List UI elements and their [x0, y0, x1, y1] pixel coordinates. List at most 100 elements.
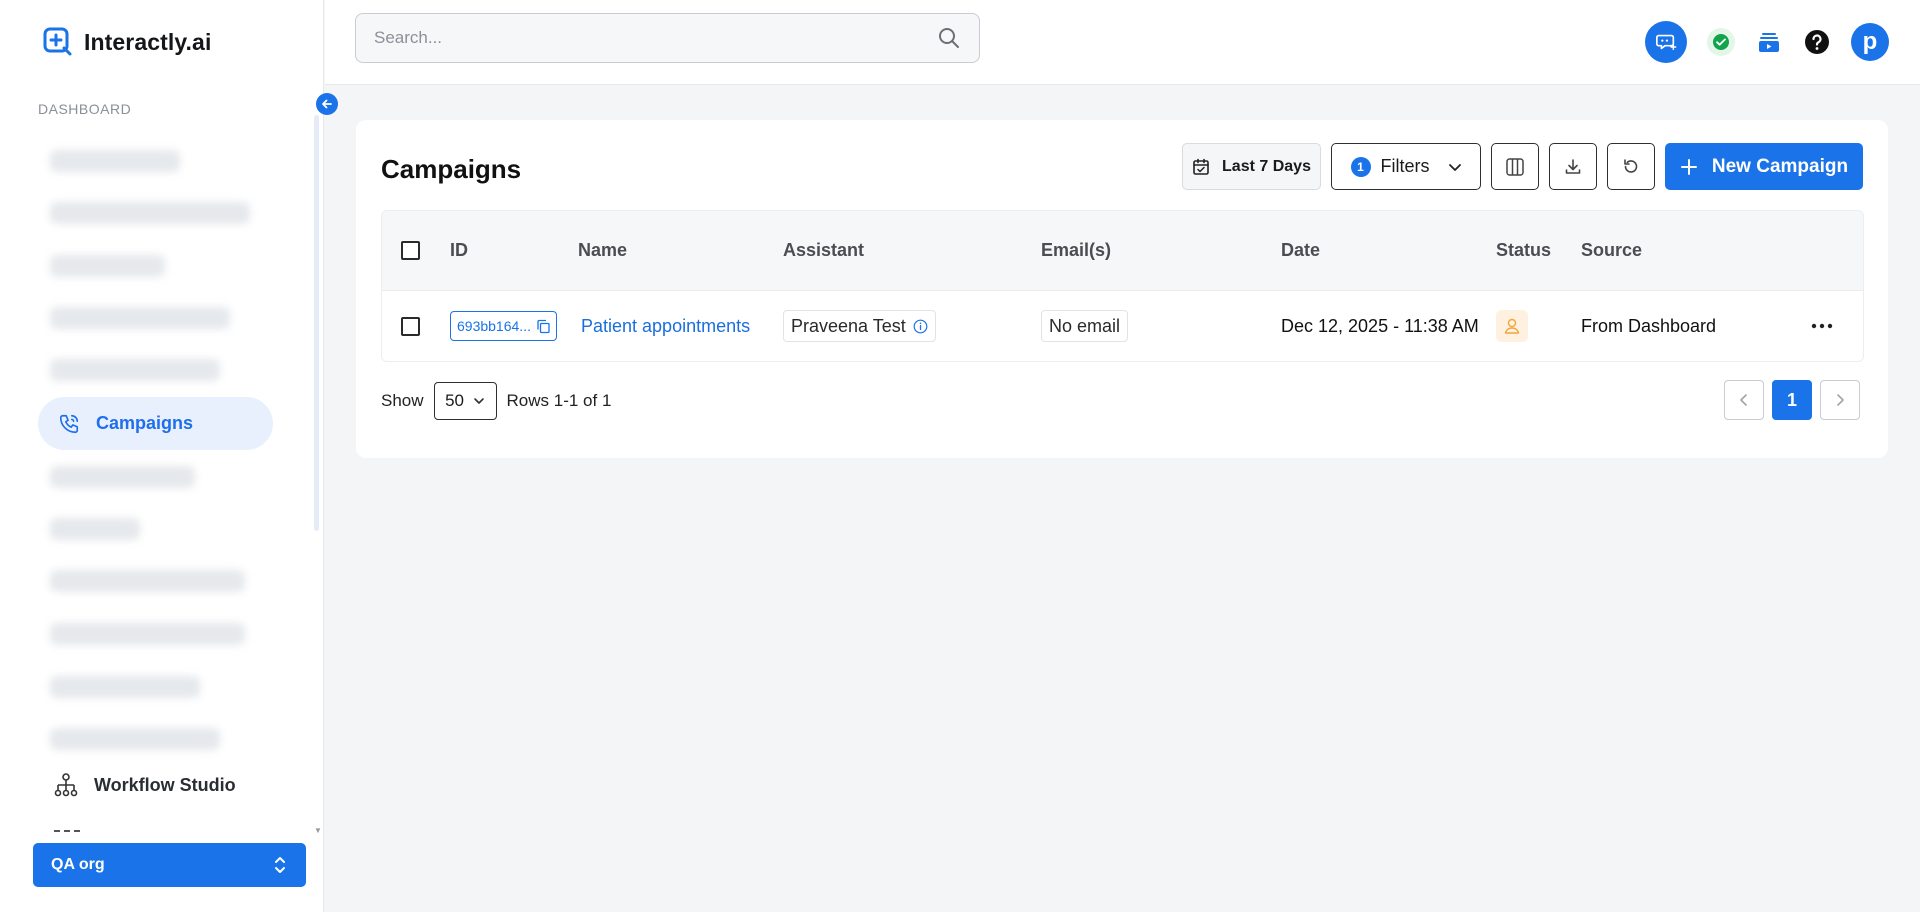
- chevron-down-icon: [1448, 163, 1461, 171]
- phone-icon: [59, 414, 79, 433]
- sidebar-item-blurred[interactable]: [50, 518, 140, 540]
- columns-button[interactable]: [1491, 143, 1539, 190]
- campaigns-table: ID Name Assistant Email(s) Date Status S…: [381, 210, 1864, 362]
- rows-count: Rows 1-1 of 1: [506, 391, 612, 410]
- column-header-source[interactable]: Source: [1581, 211, 1642, 290]
- column-header-id[interactable]: ID: [450, 211, 468, 290]
- filters-count-badge: 1: [1350, 156, 1371, 177]
- campaign-id-chip[interactable]: 693bb164...: [450, 311, 557, 341]
- media-library-button[interactable]: [1755, 28, 1783, 56]
- refresh-icon: [1624, 158, 1638, 173]
- scroll-down-arrow-icon[interactable]: ▼: [314, 826, 322, 835]
- video-library-icon: [1759, 33, 1779, 52]
- row-select-cell: [401, 291, 420, 361]
- show-label: Show: [381, 391, 424, 410]
- info-icon[interactable]: [913, 319, 928, 334]
- select-all-checkbox[interactable]: [401, 241, 420, 260]
- sidebar-item-campaigns[interactable]: Campaigns: [38, 397, 273, 450]
- row-checkbox[interactable]: [401, 316, 420, 336]
- help-icon: [1805, 30, 1829, 54]
- download-button[interactable]: [1549, 143, 1597, 190]
- sidebar-item-blurred[interactable]: [50, 359, 220, 381]
- campaign-name-link[interactable]: Patient appointments: [581, 316, 750, 337]
- more-actions-icon[interactable]: [1811, 323, 1833, 329]
- filters-button[interactable]: 1 Filters: [1331, 143, 1481, 190]
- ai-assistant-button[interactable]: [1645, 21, 1687, 63]
- campaigns-card: Campaigns Last 7 Days 1 Filters New Camp…: [356, 120, 1888, 458]
- column-header-date[interactable]: Date: [1281, 211, 1320, 290]
- sidebar-item-blurred[interactable]: [50, 728, 220, 750]
- sidebar-item-blurred[interactable]: [50, 150, 180, 172]
- sidebar-item-workflow-studio[interactable]: Workflow Studio: [54, 772, 236, 798]
- row-actions-cell: [1811, 291, 1833, 361]
- chevron-right-icon: [1837, 394, 1844, 406]
- sidebar-item-blurred[interactable]: [50, 623, 245, 645]
- org-selector-label: QA org: [51, 856, 105, 873]
- campaigns-toolbar: Last 7 Days 1 Filters New Campaign: [1182, 143, 1863, 190]
- sidebar-item-blurred[interactable]: [50, 202, 250, 224]
- table-row[interactable]: 693bb164... Patient appointments Praveen…: [382, 291, 1863, 361]
- refresh-button[interactable]: [1607, 143, 1655, 190]
- search-icon[interactable]: [937, 26, 961, 50]
- status-badge: [1496, 310, 1528, 342]
- sidebar-item-blurred[interactable]: [50, 676, 200, 698]
- logo-icon: [43, 27, 72, 56]
- assistant-cell: Praveena Test: [783, 291, 936, 361]
- partial-nav-icon: [54, 830, 80, 840]
- search-input[interactable]: [374, 28, 937, 48]
- column-header-name[interactable]: Name: [578, 211, 627, 290]
- status-online-button[interactable]: [1707, 28, 1735, 56]
- app-name: Interactly.ai: [84, 28, 212, 55]
- column-header-emails[interactable]: Email(s): [1041, 211, 1111, 290]
- pagination: 1: [1724, 380, 1860, 420]
- chat-sparkle-icon: [1656, 34, 1677, 51]
- app-logo[interactable]: Interactly.ai: [42, 26, 211, 58]
- copy-icon[interactable]: [536, 319, 551, 334]
- new-campaign-label: New Campaign: [1711, 155, 1849, 177]
- source-cell: From Dashboard: [1581, 315, 1717, 336]
- section-label-dashboard: DASHBOARD: [38, 101, 132, 117]
- next-page-button[interactable]: [1820, 380, 1860, 420]
- column-header-assistant[interactable]: Assistant: [783, 211, 864, 290]
- sidebar-item-blurred[interactable]: [50, 307, 230, 329]
- sidebar-item-blurred[interactable]: [50, 255, 165, 277]
- campaign-id: 693bb164...: [457, 318, 531, 334]
- prev-page-button[interactable]: [1724, 380, 1764, 420]
- sidebar-item-label: Workflow Studio: [94, 774, 236, 795]
- plus-icon: [1680, 158, 1697, 175]
- email-chip: No email: [1041, 310, 1129, 342]
- status-cell: [1496, 291, 1528, 361]
- page-size-select[interactable]: 50: [433, 382, 497, 420]
- date-range-button[interactable]: Last 7 Days: [1182, 143, 1321, 190]
- chevron-up-down-icon: [275, 857, 285, 873]
- download-icon: [1565, 158, 1581, 174]
- select-all-cell: [401, 211, 420, 290]
- sidebar-scrollbar[interactable]: [314, 115, 319, 531]
- sidebar-item-blurred[interactable]: [50, 466, 195, 488]
- columns-icon: [1506, 157, 1524, 176]
- calendar-check-icon: [1193, 158, 1209, 175]
- collapse-sidebar-button[interactable]: [316, 93, 338, 115]
- column-header-status[interactable]: Status: [1496, 211, 1551, 290]
- check-circle-icon: [1713, 34, 1729, 50]
- sidebar-item-blurred[interactable]: [50, 570, 245, 592]
- page-size-value: 50: [445, 391, 464, 410]
- sidebar: Interactly.ai DASHBOARD Campaigns Workfl…: [0, 0, 324, 912]
- page-button-current[interactable]: 1: [1772, 380, 1812, 420]
- table-footer: Show 50 Rows 1-1 of 1: [381, 382, 611, 420]
- user-avatar[interactable]: p: [1851, 23, 1889, 61]
- chevron-down-icon: [474, 398, 484, 404]
- new-campaign-button[interactable]: New Campaign: [1665, 143, 1863, 190]
- id-cell: 693bb164...: [450, 291, 557, 361]
- assistant-chip[interactable]: Praveena Test: [783, 310, 936, 342]
- search-box[interactable]: [355, 13, 980, 63]
- name-cell: Patient appointments: [581, 291, 750, 361]
- page-title: Campaigns: [381, 154, 522, 184]
- workflow-icon: [54, 773, 78, 797]
- filters-label: Filters: [1380, 156, 1430, 176]
- date-cell: Dec 12, 2025 - 11:38 AM: [1281, 315, 1479, 336]
- sidebar-item-label: Campaigns: [96, 413, 194, 433]
- help-button[interactable]: [1803, 28, 1831, 56]
- org-selector[interactable]: QA org: [33, 843, 306, 887]
- chevron-left-icon: [1740, 394, 1747, 406]
